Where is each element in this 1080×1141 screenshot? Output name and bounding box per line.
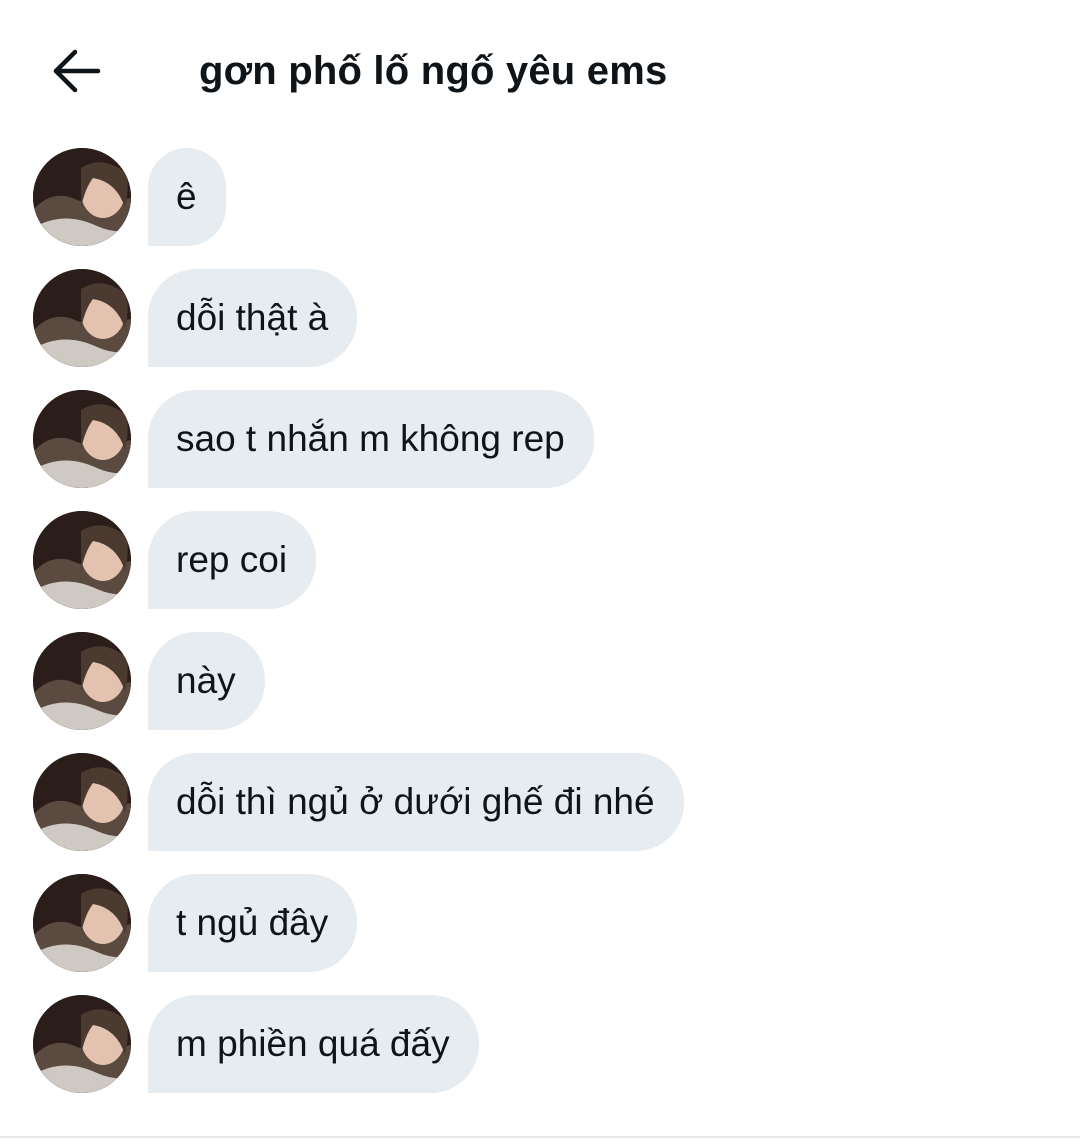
message-row: dỗi thì ngủ ở dưới ghế đi nhé xyxy=(0,753,1080,851)
arrow-left-icon xyxy=(53,49,101,93)
message-text: sao t nhắn m không rep xyxy=(176,418,565,459)
message-bubble[interactable]: t ngủ đây xyxy=(148,874,358,972)
message-bubble[interactable]: ê xyxy=(148,148,226,246)
divider xyxy=(0,1136,1080,1138)
message-bubble[interactable]: m phiền quá đấy xyxy=(148,995,479,1093)
message-text: ê xyxy=(176,176,197,217)
avatar[interactable] xyxy=(33,269,131,367)
message-row: ê xyxy=(0,148,1080,246)
message-bubble[interactable]: này xyxy=(148,632,265,730)
chat-header: gơn phố lố ngố yêu ems xyxy=(0,0,1080,140)
avatar[interactable] xyxy=(33,390,131,488)
message-text: dỗi thật à xyxy=(176,297,329,338)
message-row: t ngủ đây xyxy=(0,874,1080,972)
message-text: m phiền quá đấy xyxy=(176,1023,450,1064)
message-row: sao t nhắn m không rep xyxy=(0,390,1080,488)
message-bubble[interactable]: dỗi thật à xyxy=(148,269,358,367)
avatar[interactable] xyxy=(33,753,131,851)
message-bubble[interactable]: sao t nhắn m không rep xyxy=(148,390,594,488)
back-button[interactable] xyxy=(50,46,104,96)
message-row: này xyxy=(0,632,1080,730)
message-row: rep coi xyxy=(0,511,1080,609)
avatar[interactable] xyxy=(33,632,131,730)
message-bubble[interactable]: rep coi xyxy=(148,511,317,609)
conversation-title: gơn phố lố ngố yêu ems xyxy=(199,49,668,93)
message-row: dỗi thật à xyxy=(0,269,1080,367)
avatar[interactable] xyxy=(33,148,131,246)
avatar[interactable] xyxy=(33,874,131,972)
avatar[interactable] xyxy=(33,511,131,609)
message-text: dỗi thì ngủ ở dưới ghế đi nhé xyxy=(176,781,655,822)
message-bubble[interactable]: dỗi thì ngủ ở dưới ghế đi nhé xyxy=(148,753,684,851)
message-text: t ngủ đây xyxy=(176,902,329,943)
message-text: rep coi xyxy=(176,539,288,580)
message-row: m phiền quá đấy xyxy=(0,995,1080,1093)
avatar[interactable] xyxy=(33,995,131,1093)
message-text: này xyxy=(176,660,236,701)
